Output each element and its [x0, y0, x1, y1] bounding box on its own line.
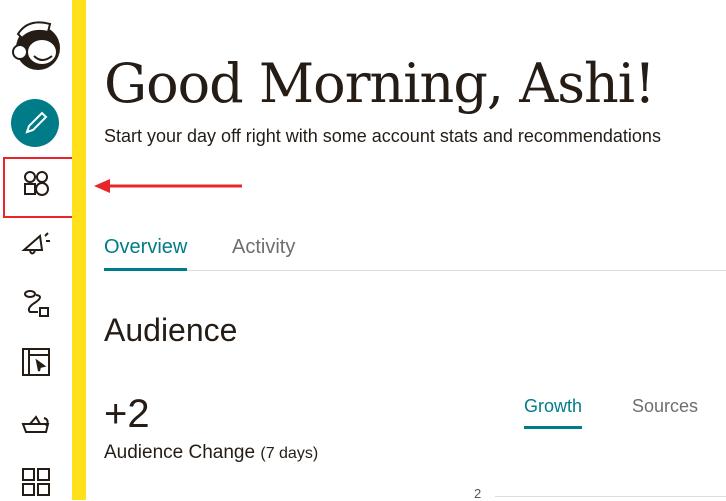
campaigns-icon[interactable]	[20, 228, 52, 260]
chart-gridline	[495, 496, 726, 497]
red-arrow-annotation	[94, 179, 242, 193]
website-icon[interactable]	[20, 346, 52, 378]
audience-change-value: +2	[104, 392, 150, 436]
dashboard-grid-icon[interactable]	[20, 466, 52, 498]
change-label: Audience Change	[104, 442, 256, 463]
create-button[interactable]	[11, 99, 59, 147]
change-period: (7 days)	[260, 445, 319, 462]
audience-heading: Audience	[104, 312, 238, 348]
page-subtitle: Start your day off right with some accou…	[104, 126, 661, 146]
tab-overview[interactable]: Overview	[104, 236, 188, 271]
mailchimp-logo-icon[interactable]	[8, 14, 64, 74]
chart-y-tick: 2	[474, 486, 482, 501]
audience-change-label: Audience Change (7 days)	[104, 442, 318, 464]
integrations-icon[interactable]	[20, 408, 52, 440]
tab-sources[interactable]: Sources	[632, 396, 698, 417]
page-title: Good Morning, Ashi!	[104, 52, 656, 115]
sidebar-divider	[72, 0, 86, 500]
pencil-icon	[25, 111, 48, 134]
automations-icon[interactable]	[20, 288, 52, 320]
tab-bar: Overview Activity	[104, 236, 726, 271]
highlight-box	[3, 157, 74, 218]
sidebar	[0, 0, 72, 500]
tab-activity[interactable]: Activity	[232, 236, 295, 259]
tab-growth[interactable]: Growth	[524, 396, 583, 429]
